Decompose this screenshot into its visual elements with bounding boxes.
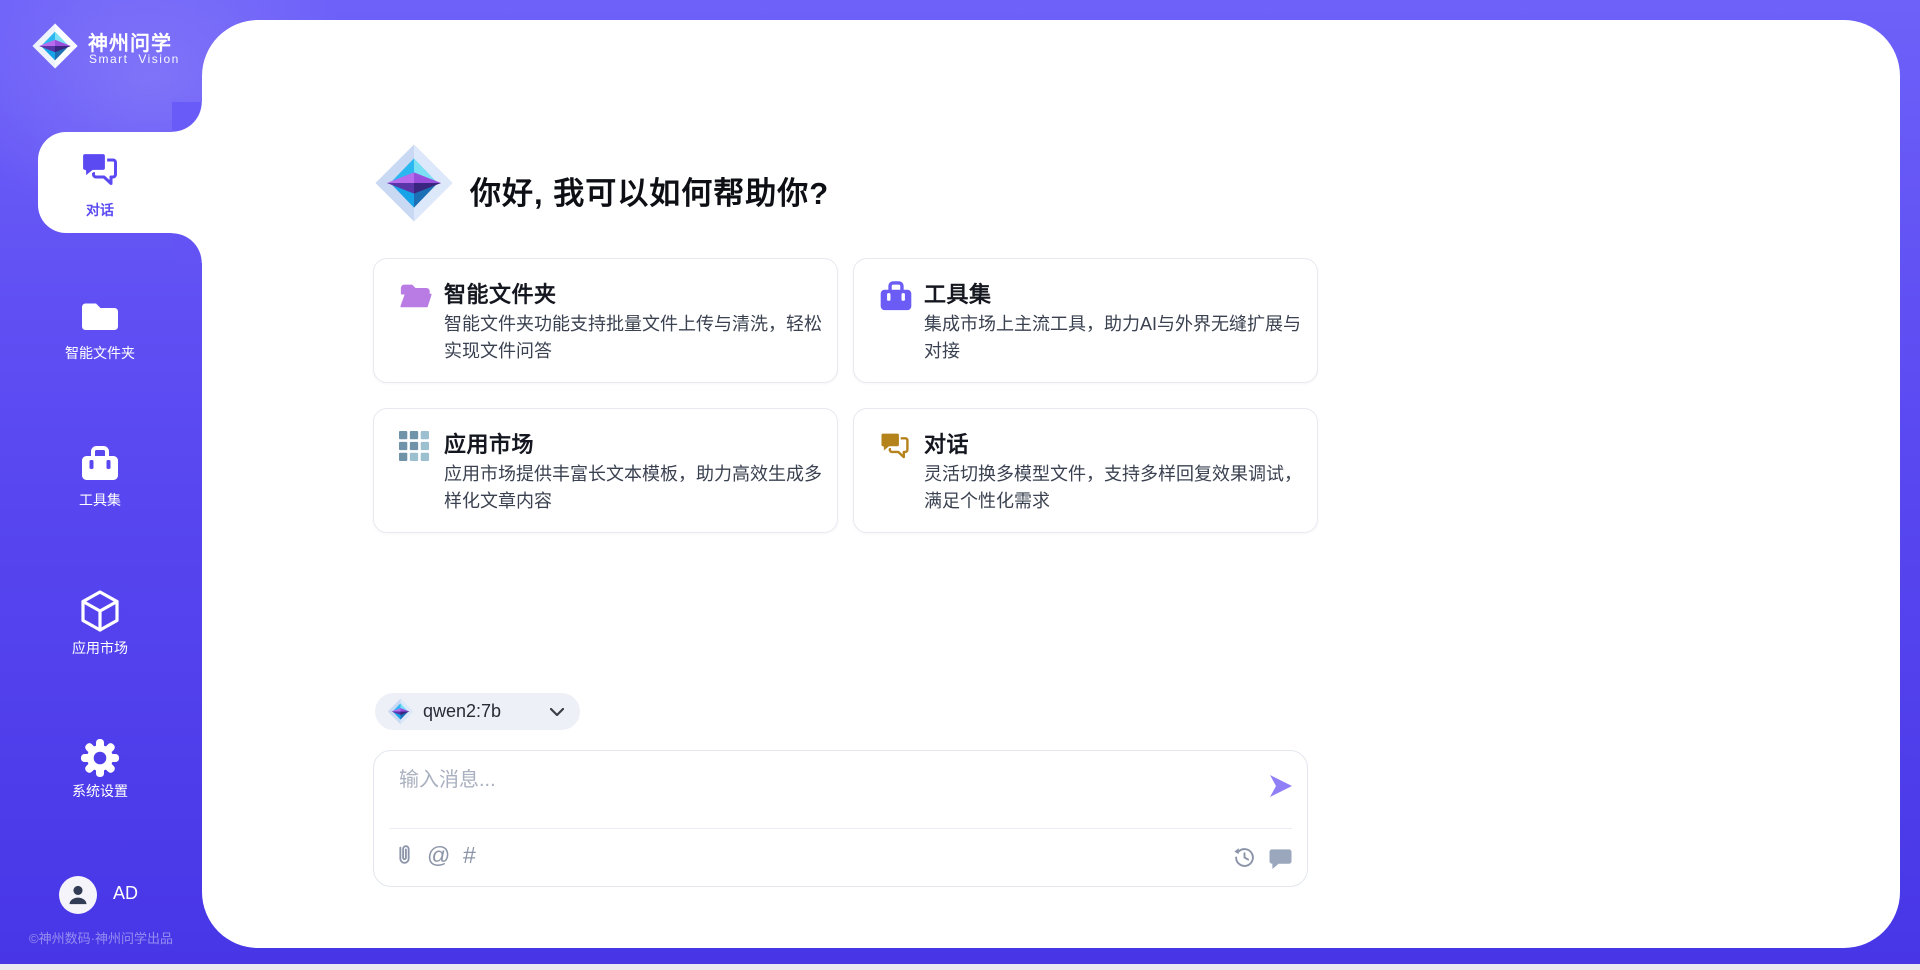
history-icon[interactable] xyxy=(1234,847,1255,868)
brand-subtitle: Smart Vision xyxy=(89,52,180,66)
sidebar: 神州问学 Smart Vision 对话 智能文件夹 xyxy=(0,0,202,970)
brand-diamond-icon xyxy=(31,22,79,70)
cube-icon xyxy=(78,589,122,635)
content-column: 你好, 我可以如何帮助你? 智能文件夹 智能文件夹功能支持批量文件上传与清洗，轻… xyxy=(373,0,1318,970)
person-icon xyxy=(65,882,91,908)
sidebar-item-chat[interactable] xyxy=(0,151,200,192)
chevron-down-icon xyxy=(550,708,564,716)
sidebar-item-app-market[interactable] xyxy=(0,589,200,640)
window-bottom-edge xyxy=(0,964,1920,970)
toolbox-icon xyxy=(80,446,120,482)
card-title: 工具集 xyxy=(924,277,992,309)
card-description: 灵活切换多模型文件，支持多样回复效果调试，满足个性化需求 xyxy=(924,461,1316,515)
user-profile[interactable]: AD xyxy=(0,872,202,918)
send-arrow-icon[interactable] xyxy=(1268,773,1296,801)
model-diamond-icon xyxy=(387,698,414,725)
sidebar-item-settings[interactable] xyxy=(0,738,200,783)
card-title: 应用市场 xyxy=(444,427,534,459)
message-input[interactable] xyxy=(399,763,1239,821)
folder-icon xyxy=(79,299,121,333)
chat-bubbles-icon xyxy=(879,431,915,463)
gear-icon xyxy=(80,738,120,778)
chat-filled-icon[interactable] xyxy=(1269,848,1292,869)
tab-fillet-bottom xyxy=(172,233,202,263)
sidebar-item-toolkit[interactable] xyxy=(0,446,200,487)
app-window: 神州问学 Smart Vision 对话 智能文件夹 xyxy=(0,0,1920,970)
chat-bubbles-icon xyxy=(80,151,120,187)
input-divider xyxy=(389,828,1292,829)
sidebar-item-smart-folder-label[interactable]: 智能文件夹 xyxy=(0,343,200,363)
card-description: 智能文件夹功能支持批量文件上传与清洗，轻松实现文件问答 xyxy=(444,311,836,365)
sidebar-item-toolkit-label[interactable]: 工具集 xyxy=(0,490,200,510)
copyright-text: ©神州数码·神州问学出品 xyxy=(0,928,202,947)
paperclip-icon[interactable] xyxy=(396,843,413,867)
sidebar-item-smart-folder[interactable] xyxy=(0,299,200,338)
model-name: qwen2:7b xyxy=(423,693,501,730)
message-input-box: @ # xyxy=(373,750,1308,887)
card-title: 对话 xyxy=(924,427,969,459)
grid-icon xyxy=(399,431,435,463)
model-selector[interactable]: qwen2:7b xyxy=(375,693,580,730)
greeting-diamond-icon xyxy=(373,142,455,224)
avatar xyxy=(59,876,97,914)
brand-logo-block: 神州问学 Smart Vision xyxy=(0,0,202,90)
feature-card-app-market[interactable]: 应用市场 应用市场提供丰富长文本模板，助力高效生成多样化文章内容 xyxy=(373,408,838,533)
hash-icon[interactable]: # xyxy=(463,843,476,867)
card-description: 应用市场提供丰富长文本模板，助力高效生成多样化文章内容 xyxy=(444,461,836,515)
user-name: AD xyxy=(113,883,138,904)
feature-card-chat[interactable]: 对话 灵活切换多模型文件，支持多样回复效果调试，满足个性化需求 xyxy=(853,408,1318,533)
card-title: 智能文件夹 xyxy=(444,277,557,309)
sidebar-item-chat-label[interactable]: 对话 xyxy=(0,200,200,220)
feature-card-smart-folder[interactable]: 智能文件夹 智能文件夹功能支持批量文件上传与清洗，轻松实现文件问答 xyxy=(373,258,838,383)
tab-fillet-top xyxy=(172,102,202,132)
sidebar-item-app-market-label[interactable]: 应用市场 xyxy=(0,638,200,658)
folder-open-icon xyxy=(399,281,435,313)
mention-icon[interactable]: @ xyxy=(427,843,450,867)
greeting-text: 你好, 我可以如何帮助你? xyxy=(470,168,829,213)
toolbox-icon xyxy=(879,281,915,313)
feature-card-toolkit[interactable]: 工具集 集成市场上主流工具，助力AI与外界无缝扩展与对接 xyxy=(853,258,1318,383)
sidebar-item-settings-label[interactable]: 系统设置 xyxy=(0,781,200,801)
card-description: 集成市场上主流工具，助力AI与外界无缝扩展与对接 xyxy=(924,311,1316,365)
